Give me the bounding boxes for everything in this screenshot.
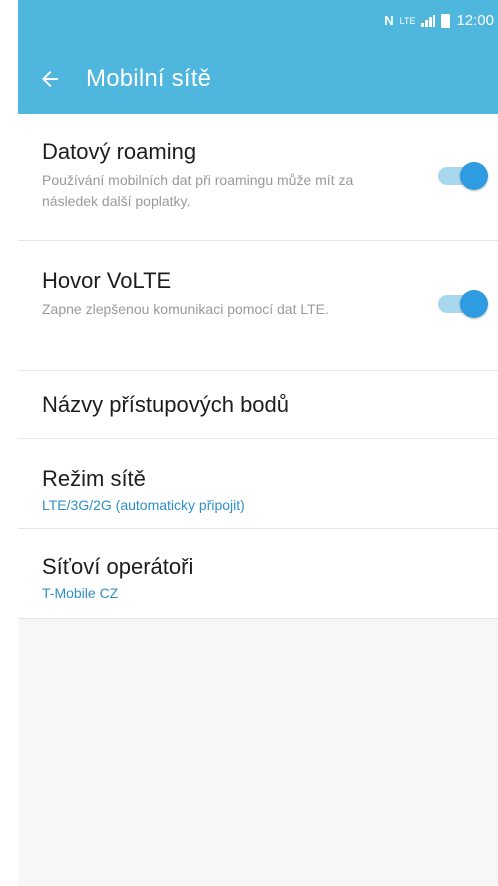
setting-value: T-Mobile CZ	[42, 585, 119, 601]
data-roaming-toggle[interactable]	[438, 161, 488, 193]
setting-value: LTE/3G/2G (automaticky připojit)	[42, 497, 245, 513]
setting-subtitle: Zapne zlepšenou komunikaci pomocí dat LT…	[42, 301, 329, 317]
page-title: Mobilní sítě	[86, 65, 212, 92]
network-type: LTE	[399, 15, 416, 26]
setting-title: Hovor VoLTE	[42, 268, 172, 293]
setting-title: Síťoví operátoři	[42, 554, 194, 579]
volte-toggle[interactable]	[438, 289, 488, 321]
status-time: 12:00	[456, 12, 494, 29]
arrow-left-icon[interactable]	[38, 67, 62, 91]
setting-subtitle: Používání mobilních dat při roamingu můž…	[42, 172, 354, 209]
nfc-icon: N	[384, 12, 394, 28]
signal-icon	[421, 14, 436, 27]
toggle-thumb	[460, 162, 488, 190]
status-bar: N LTE 12:00	[18, 0, 498, 44]
battery-icon	[441, 13, 451, 28]
setting-title: Názvy přístupových bodů	[42, 392, 290, 417]
setting-network-operators[interactable]: Síťoví operátoři T-Mobile CZ	[18, 529, 498, 619]
setting-network-mode[interactable]: Režim sítě LTE/3G/2G (automaticky připoj…	[18, 439, 498, 529]
status-icons: N LTE 12:00	[384, 12, 494, 29]
toggle-thumb	[460, 290, 488, 318]
settings-list: Datový roaming Používání mobilních dat p…	[18, 114, 498, 619]
setting-apn[interactable]: Názvy přístupových bodů	[18, 371, 498, 439]
setting-data-roaming[interactable]: Datový roaming Používání mobilních dat p…	[18, 114, 498, 241]
setting-volte[interactable]: Hovor VoLTE Zapne zlepšenou komunikaci p…	[18, 241, 498, 371]
setting-title: Datový roaming	[42, 139, 197, 164]
setting-title: Režim sítě	[42, 466, 146, 491]
screen: N LTE 12:00 Mobilní sítě Datový roaming …	[18, 0, 498, 886]
app-bar: Mobilní sítě	[18, 44, 498, 114]
